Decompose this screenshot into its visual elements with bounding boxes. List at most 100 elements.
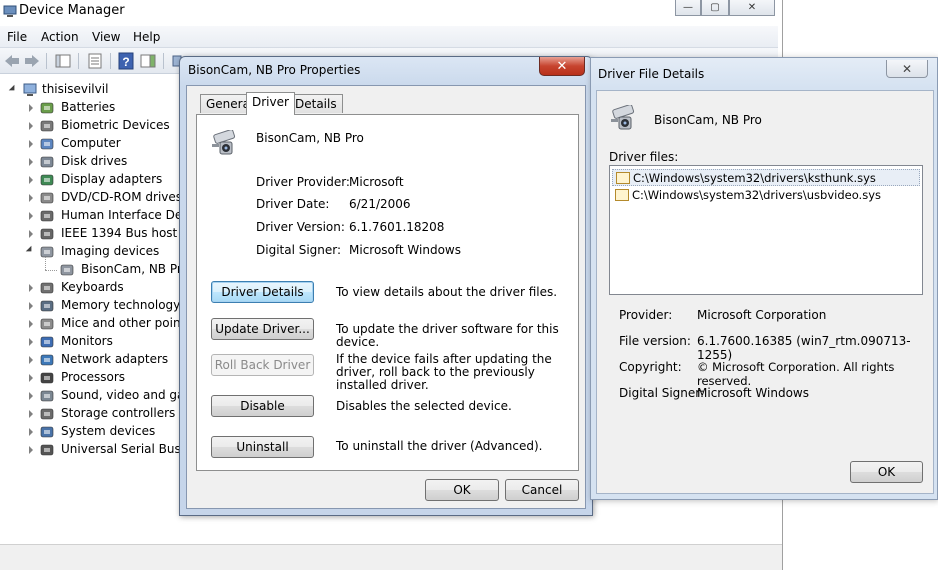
menu-file[interactable]: File xyxy=(7,30,27,44)
file-version-value: 6.1.7600.16385 (win7_rtm.090713-1255) xyxy=(697,334,911,362)
menu-view[interactable]: View xyxy=(92,30,120,44)
show-hide-console-tree-icon[interactable] xyxy=(54,52,72,70)
tree-category-item[interactable]: System devices xyxy=(0,423,182,441)
driver-files-label: Driver files: xyxy=(609,150,679,164)
provider-label: Provider: xyxy=(619,308,673,322)
expand-arrow-icon[interactable] xyxy=(29,410,33,418)
tree-category-item[interactable]: Processors xyxy=(0,369,182,387)
tree-category-item[interactable]: Computer xyxy=(0,135,182,153)
camera-icon xyxy=(39,244,55,260)
expand-arrow-icon[interactable] xyxy=(29,392,33,400)
expand-arrow-icon[interactable] xyxy=(29,338,33,346)
expand-arrow-icon[interactable] xyxy=(29,158,33,166)
tree-item-label: Imaging devices xyxy=(61,244,160,258)
monitor-icon xyxy=(39,334,55,350)
ok-button[interactable]: OK xyxy=(425,479,499,501)
expand-arrow-icon[interactable] xyxy=(29,176,33,184)
driver-files-list[interactable]: C:\Windows\system32\drivers\ksthunk.sys … xyxy=(609,165,923,295)
properties-icon[interactable] xyxy=(86,52,104,70)
system-file-icon xyxy=(616,172,630,184)
tree-category-item[interactable]: IEEE 1394 Bus host con xyxy=(0,225,182,243)
driver-tab-panel: BisonCam, NB Pro Driver Provider: Micros… xyxy=(196,114,579,471)
driver-details-button[interactable]: Driver Details xyxy=(211,281,314,303)
copyright-label: Copyright: xyxy=(619,360,682,374)
tree-category-item[interactable]: Keyboards xyxy=(0,279,182,297)
file-version-label: File version: xyxy=(619,334,691,348)
expand-arrow-icon[interactable] xyxy=(29,122,33,130)
computer-icon xyxy=(39,136,55,152)
list-item[interactable]: C:\Windows\system32\drivers\ksthunk.sys xyxy=(612,169,920,186)
expand-arrow-icon[interactable] xyxy=(29,194,33,202)
display-adapter-icon xyxy=(39,172,55,188)
roll-back-driver-button[interactable]: Roll Back Driver xyxy=(211,354,314,376)
tree-category-item[interactable]: Batteries xyxy=(0,99,182,117)
tree-item-label: Computer xyxy=(61,136,121,150)
expand-arrow-icon[interactable] xyxy=(29,320,33,328)
mouse-icon xyxy=(39,316,55,332)
tab-details[interactable]: Details xyxy=(289,94,343,113)
uninstall-button[interactable]: Uninstall xyxy=(211,436,314,458)
tree-category-item[interactable]: DVD/CD-ROM drives xyxy=(0,189,182,207)
expand-arrow-icon[interactable] xyxy=(29,212,33,220)
driver-date-label: Driver Date: xyxy=(256,197,330,211)
tree-item-label: Network adapters xyxy=(61,352,169,366)
tree-category-item[interactable]: Disk drives xyxy=(0,153,182,171)
help-icon[interactable]: ? xyxy=(117,52,135,70)
show-hide-action-pane-icon[interactable] xyxy=(139,52,157,70)
tree-item-label: Processors xyxy=(61,370,126,384)
svg-text:?: ? xyxy=(122,55,129,69)
device-tree: thisisevilvil Batteries Biometric Devices… xyxy=(0,76,182,542)
driver-version-value: 6.1.7601.18208 xyxy=(349,220,445,234)
tree-root-label: thisisevilvil xyxy=(42,82,109,96)
expand-arrow-icon[interactable] xyxy=(29,446,33,454)
tree-item-label: Mice and other pointin xyxy=(61,316,182,330)
expand-arrow-icon[interactable] xyxy=(29,374,33,382)
expand-arrow-icon[interactable] xyxy=(29,302,33,310)
camera-icon xyxy=(59,262,75,278)
tree-category-item[interactable]: Storage controllers xyxy=(0,405,182,423)
tree-item-label: Monitors xyxy=(61,334,113,348)
minimize-button[interactable]: — xyxy=(675,0,701,16)
tree-category-item[interactable]: Memory technology d xyxy=(0,297,182,315)
dfd-digital-signer-value: Microsoft Windows xyxy=(697,386,809,400)
expand-arrow-icon[interactable] xyxy=(29,356,33,364)
tree-category-item[interactable]: Monitors xyxy=(0,333,182,351)
expand-arrow-icon[interactable] xyxy=(29,104,33,112)
tree-category-item[interactable]: Mice and other pointin xyxy=(0,315,182,333)
driver-details-description: To view details about the driver files. xyxy=(336,285,558,299)
back-arrow-icon[interactable] xyxy=(3,52,21,70)
driver-file-details-close-button[interactable]: ✕ xyxy=(886,60,928,78)
device-manager-icon xyxy=(3,4,17,18)
expand-arrow-icon[interactable] xyxy=(29,284,33,292)
tree-category-item[interactable]: Human Interface Devic xyxy=(0,207,182,225)
tree-category-item[interactable]: Biometric Devices xyxy=(0,117,182,135)
title-bar[interactable]: Device Manager — ▢ ✕ xyxy=(0,0,782,26)
tree-category-item[interactable]: Display adapters xyxy=(0,171,182,189)
cancel-button[interactable]: Cancel xyxy=(505,479,579,501)
dfd-ok-button[interactable]: OK xyxy=(850,461,923,483)
tree-item-label: Batteries xyxy=(61,100,116,114)
menu-action[interactable]: Action xyxy=(41,30,79,44)
tree-child-item[interactable]: BisonCam, NB Pro xyxy=(0,257,182,279)
collapse-arrow-icon[interactable] xyxy=(25,245,35,255)
tree-category-item[interactable]: Network adapters xyxy=(0,351,182,369)
properties-close-button[interactable]: ✕ xyxy=(539,57,585,76)
expand-arrow-icon[interactable] xyxy=(29,230,33,238)
disable-description: Disables the selected device. xyxy=(336,399,512,413)
tree-category-item[interactable]: Sound, video and gam xyxy=(0,387,182,405)
tree-category-item[interactable]: Universal Serial Bus co xyxy=(0,441,182,459)
maximize-button[interactable]: ▢ xyxy=(701,0,729,16)
close-button[interactable]: ✕ xyxy=(729,0,775,16)
expand-arrow-icon[interactable] xyxy=(29,428,33,436)
menu-help[interactable]: Help xyxy=(133,30,160,44)
driver-provider-label: Driver Provider: xyxy=(256,175,350,189)
tree-category-item[interactable]: Imaging devices xyxy=(0,243,182,261)
digital-signer-label: Digital Signer: xyxy=(256,243,342,257)
disable-button[interactable]: Disable xyxy=(211,395,314,417)
expand-arrow-icon[interactable] xyxy=(29,140,33,148)
update-driver-button[interactable]: Update Driver... xyxy=(211,318,314,340)
tree-root[interactable]: thisisevilvil xyxy=(0,81,182,99)
forward-arrow-icon[interactable] xyxy=(23,52,41,70)
list-item[interactable]: C:\Windows\system32\drivers\usbvideo.sys xyxy=(612,187,920,204)
tab-driver[interactable]: Driver xyxy=(246,92,295,115)
